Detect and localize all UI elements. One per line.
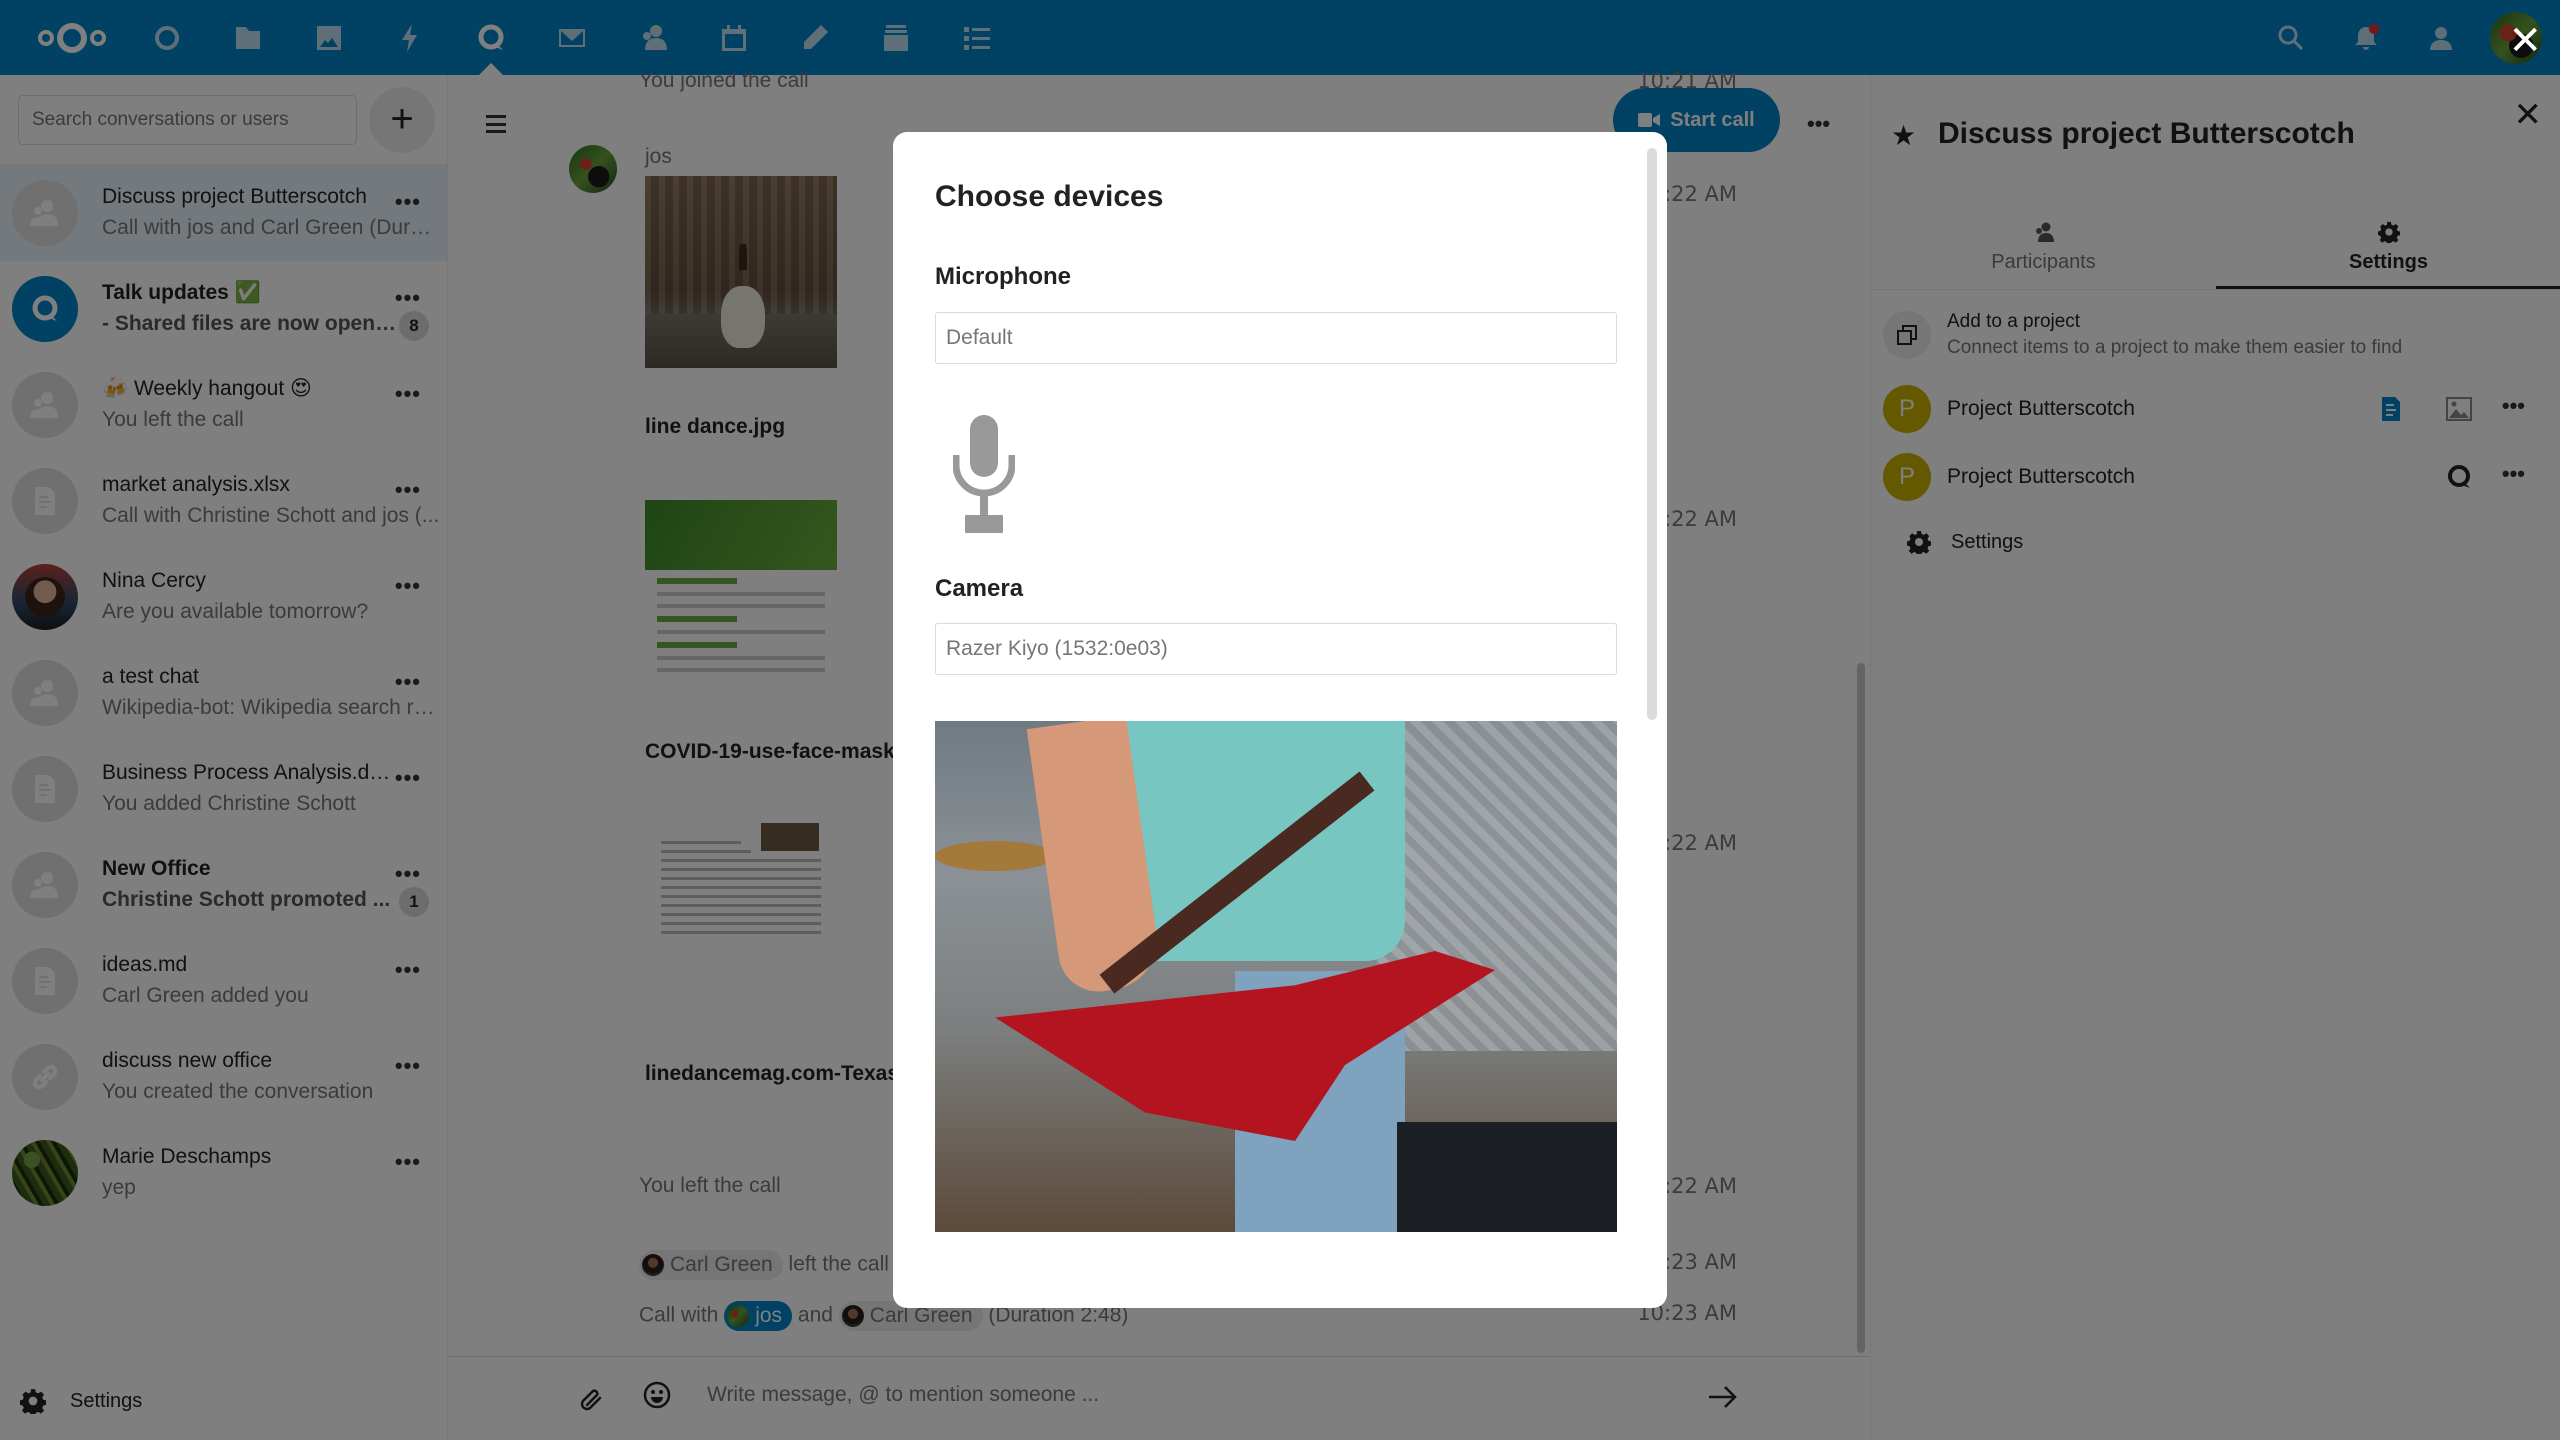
choose-devices-dialog: Choose devices Microphone Default Camera…	[893, 132, 1667, 1308]
nextcloud-talk-app: Search conversations or users + Discuss …	[0, 0, 2560, 1440]
microphone-label: Microphone	[935, 263, 1071, 290]
camera-select[interactable]: Razer Kiyo (1532:0e03)	[935, 623, 1617, 675]
microphone-icon	[953, 415, 1015, 533]
close-modal-button[interactable]: ✕	[2508, 18, 2542, 64]
dialog-title: Choose devices	[935, 180, 1164, 213]
microphone-select[interactable]: Default	[935, 312, 1617, 364]
modal-scrollbar[interactable]	[1647, 148, 1657, 720]
camera-label: Camera	[935, 575, 1024, 602]
camera-preview-video	[935, 721, 1617, 1232]
